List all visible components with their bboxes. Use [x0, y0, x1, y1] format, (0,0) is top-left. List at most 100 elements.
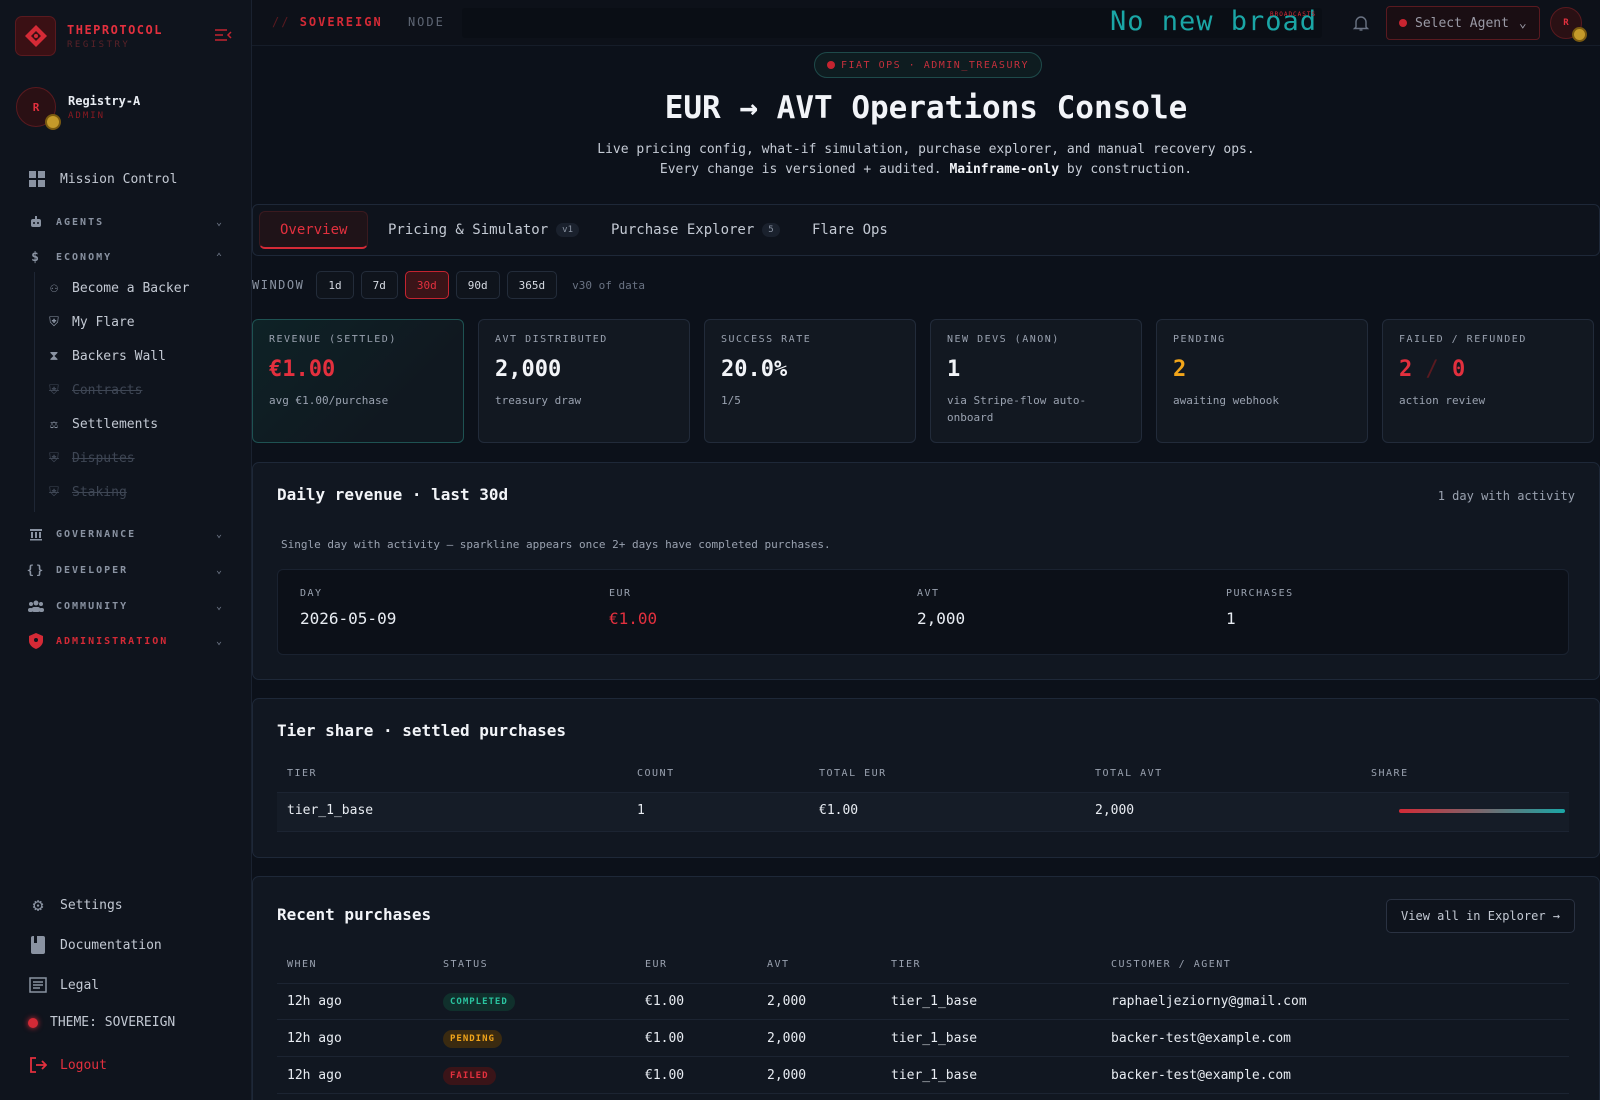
recent-purchases-panel: Recent purchases View all in Explorer → … — [252, 876, 1600, 1100]
chevron-down-icon: ⌄ — [1518, 15, 1527, 31]
ops-pill: FIAT OPS · ADMIN_TREASURY — [814, 52, 1043, 78]
nav-backers-wall[interactable]: ⧗ Backers Wall — [46, 348, 166, 364]
nav-settings[interactable]: ⚙ Settings — [28, 895, 123, 916]
logout-icon — [28, 1055, 48, 1075]
top-avatar[interactable]: R — [1550, 7, 1587, 42]
purchase-avt: 2,000 — [767, 1031, 807, 1046]
purchase-when: 12h ago — [287, 1031, 342, 1046]
nav-label: Disputes — [72, 450, 135, 466]
purchase-tier: tier_1_base — [891, 994, 978, 1009]
table-row[interactable] — [277, 793, 1569, 831]
view-all-explorer-button[interactable]: View all in Explorer → — [1386, 899, 1575, 933]
tier-share-panel: Tier share · settled purchases TIER COUN… — [252, 698, 1600, 858]
nav-documentation[interactable]: Documentation — [28, 935, 162, 955]
kpi-sub: treasury draw — [495, 394, 582, 407]
nav-label: Become a Backer — [72, 280, 190, 296]
window-1d-button[interactable]: 1d — [316, 271, 354, 299]
brand-sub: REGISTRY — [67, 39, 131, 50]
window-365d-button[interactable]: 365d — [506, 271, 558, 299]
nav-label: Contracts — [72, 382, 143, 398]
kpi-sub: via Stripe-flow auto-onboard — [947, 394, 1087, 424]
crumb-node: NODE — [407, 15, 445, 29]
window-90d-button[interactable]: 90d — [455, 271, 500, 299]
nav-contracts: ⛨ Contracts — [46, 382, 142, 398]
kpi-label: REVENUE (SETTLED) — [269, 334, 397, 345]
tab-label: Flare Ops — [812, 222, 888, 238]
kpi-sub: avg €1.00/purchase — [269, 394, 389, 407]
nav-section-developer[interactable]: {} DEVELOPER ⌄ — [26, 562, 224, 578]
topbar: // SOVEREIGN NODE No new broad BROADCAST… — [252, 0, 1600, 46]
breadcrumb: // SOVEREIGN NODE — [272, 15, 445, 29]
column-header: TIER — [287, 768, 318, 779]
nav-my-flare[interactable]: ⛨ My Flare — [46, 314, 135, 330]
kpi-value-refunded: 0 — [1452, 357, 1466, 382]
purchase-customer[interactable]: backer-test@example.com — [1111, 1068, 1291, 1083]
chevron-down-icon: ⌄ — [215, 564, 224, 576]
tab-badge: 5 — [762, 223, 780, 237]
purchase-customer[interactable]: backer-test@example.com — [1111, 1031, 1291, 1046]
nav-legal[interactable]: Legal — [28, 975, 99, 995]
nav-label: My Flare — [72, 314, 135, 330]
tab-flare-ops[interactable]: Flare Ops — [812, 211, 888, 249]
code-braces-icon: {} — [26, 563, 46, 577]
section-label: GOVERNANCE — [56, 528, 137, 540]
kpi-avt-distributed: AVT DISTRIBUTED 2,000 treasury draw — [478, 319, 690, 443]
shield-icon: ⛨ — [49, 314, 59, 330]
kpi-value: 2 — [1173, 357, 1187, 382]
kpi-sub: awaiting webhook — [1173, 394, 1279, 407]
purchase-eur: €1.00 — [645, 1068, 685, 1083]
kpi-value: 20.0% — [721, 357, 788, 382]
nav-section-community[interactable]: COMMUNITY ⌄ — [28, 598, 224, 614]
nav-label: Settings — [60, 897, 123, 913]
nav-settlements[interactable]: ⚖ Settlements — [46, 416, 158, 432]
purchase-tier: tier_1_base — [891, 1068, 978, 1083]
select-agent-dropdown[interactable]: Select Agent ⌄ — [1386, 6, 1540, 40]
nav-section-governance[interactable]: GOVERNANCE ⌄ — [28, 526, 224, 542]
brand[interactable]: THEPROTOCOL REGISTRY — [15, 16, 163, 56]
row-divider — [277, 1019, 1569, 1020]
user-profile[interactable]: R Registry-A ADMIN — [16, 87, 140, 130]
pill-label: FIAT OPS · ADMIN_TREASURY — [841, 59, 1030, 71]
bell-icon[interactable] — [1352, 14, 1370, 32]
window-30d-button[interactable]: 30d — [404, 271, 449, 299]
cell-header: AVT — [917, 588, 940, 599]
kpi-label: SUCCESS RATE — [721, 334, 812, 345]
column-header: SHARE — [1371, 768, 1409, 779]
bank-icon — [28, 526, 44, 542]
nav-label: Logout — [60, 1057, 107, 1073]
cell-value: 1 — [1226, 609, 1236, 628]
tab-overview[interactable]: Overview — [259, 211, 369, 249]
nav-section-economy[interactable]: $ ECONOMY ⌃ — [28, 249, 224, 265]
cell-header: DAY — [300, 588, 323, 599]
brand-name: THEPROTOCOL — [67, 22, 163, 37]
nav-section-agents[interactable]: AGENTS ⌄ — [28, 214, 224, 230]
chevron-down-icon: ⌄ — [215, 528, 224, 540]
window-7d-button[interactable]: 7d — [360, 271, 398, 299]
coin-icon — [1572, 27, 1587, 42]
collapse-sidebar-icon[interactable] — [214, 28, 232, 42]
status-dot-icon — [827, 61, 835, 69]
tab-bar: Overview Pricing & Simulator v1 Purchase… — [252, 204, 1600, 256]
nav-section-administration[interactable]: ADMINISTRATION ⌄ — [28, 633, 224, 649]
theme-toggle[interactable]: THEME: SOVEREIGN — [28, 1015, 175, 1030]
tab-pricing-simulator[interactable]: Pricing & Simulator v1 — [388, 211, 579, 249]
logout-button[interactable]: Logout — [28, 1055, 107, 1075]
section-label: COMMUNITY — [56, 600, 129, 612]
nav-label: Backers Wall — [72, 348, 166, 364]
sidebar: THEPROTOCOL REGISTRY R Registry-A ADMIN … — [0, 0, 252, 1100]
share-bar — [1399, 809, 1565, 813]
purchase-customer[interactable]: raphaeljeziorny@gmail.com — [1111, 994, 1307, 1009]
nav-mission-control[interactable]: Mission Control — [28, 170, 177, 188]
broadcast-tag: BROADCASTS — [1270, 11, 1317, 18]
nav-become-backer[interactable]: ⚇ Become a Backer — [46, 280, 189, 296]
kpi-sub: 1/5 — [721, 394, 741, 407]
kpi-label: FAILED / REFUNDED — [1399, 334, 1527, 345]
column-header: CUSTOMER / AGENT — [1111, 959, 1232, 970]
kpi-label: NEW DEVS (ANON) — [947, 334, 1060, 345]
tier-name: tier_1_base — [287, 803, 374, 818]
tab-purchase-explorer[interactable]: Purchase Explorer 5 — [611, 211, 780, 249]
tab-label: Pricing & Simulator — [388, 222, 549, 238]
admin-shield-icon — [28, 633, 44, 649]
cell-value: 2,000 — [917, 609, 966, 628]
window-selector: WINDOW 1d 7d 30d 90d 365d v30 of data — [252, 271, 645, 299]
